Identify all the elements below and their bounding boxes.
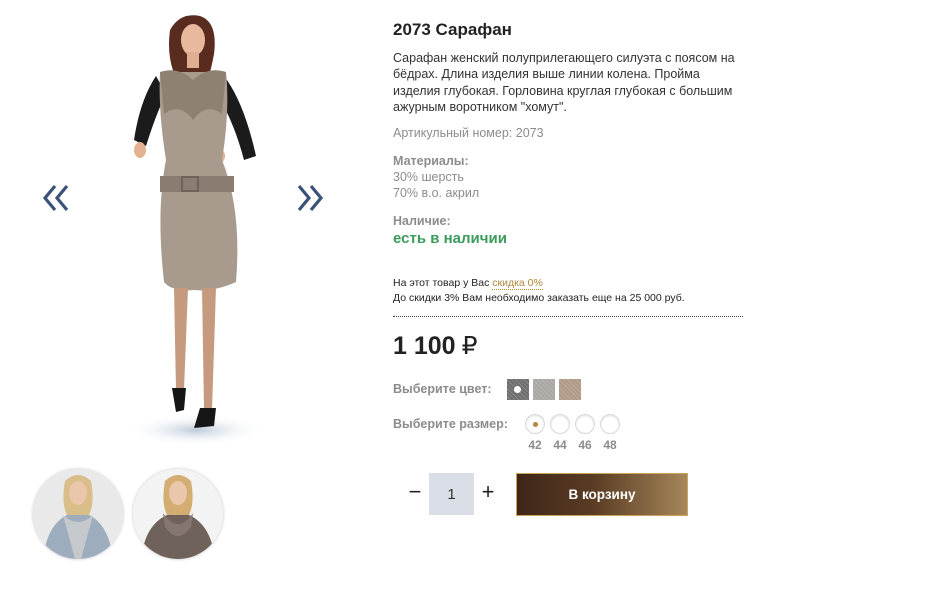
thumbnail-grey-scarf[interactable]: [33, 469, 123, 559]
quantity-increment-button[interactable]: +: [478, 478, 498, 506]
product-description: Сарафан женский полуприлегающего силуэта…: [393, 51, 735, 114]
size-radio[interactable]: [525, 414, 545, 434]
price-value: 1 100: [393, 332, 456, 360]
color-swatch-beige[interactable]: [559, 379, 581, 400]
color-swatch-light-grey[interactable]: [533, 379, 555, 400]
discount-link[interactable]: скидка 0%: [492, 277, 543, 290]
size-option[interactable]: 44: [549, 414, 571, 452]
discount-note: До скидки 3% Вам необходимо заказать еще…: [393, 292, 685, 304]
size-selector: 42 44 46 48: [524, 414, 621, 452]
availability-label: Наличие:: [393, 214, 451, 228]
discount-line: На этот товар у Вас скидка 0%: [393, 277, 543, 290]
quantity-input[interactable]: [429, 473, 474, 515]
article-number: Артикульный номер: 2073: [393, 126, 544, 140]
size-option[interactable]: 46: [574, 414, 596, 452]
add-to-cart-button[interactable]: В корзину: [516, 473, 688, 516]
product-title: 2073 Сарафан: [393, 20, 512, 39]
color-label: Выберите цвет:: [393, 382, 492, 396]
divider: [393, 316, 743, 317]
product-price: 1 100 ₽: [393, 331, 477, 361]
material-item: 30% шерсть: [393, 170, 464, 184]
size-radio[interactable]: [575, 414, 595, 434]
size-value: 48: [603, 438, 617, 452]
color-swatches: [507, 379, 581, 400]
thumbnail-brown-sweater[interactable]: [133, 469, 223, 559]
product-main-photo: [118, 10, 268, 450]
quantity-decrement-button[interactable]: −: [405, 478, 425, 506]
size-option[interactable]: 48: [599, 414, 621, 452]
double-chevron-right-icon[interactable]: [295, 180, 325, 216]
materials-label: Материалы:: [393, 154, 469, 168]
availability-status: есть в наличии: [393, 230, 507, 247]
size-option[interactable]: 42: [524, 414, 546, 452]
color-swatch-dark-grey[interactable]: [507, 379, 529, 400]
discount-prefix: На этот товар у Вас: [393, 277, 490, 289]
size-label: Выберите размер:: [393, 417, 508, 431]
size-value: 42: [528, 438, 542, 452]
ruble-icon: ₽: [461, 332, 478, 360]
size-radio[interactable]: [550, 414, 570, 434]
size-value: 44: [553, 438, 567, 452]
size-radio[interactable]: [600, 414, 620, 434]
double-chevron-left-icon[interactable]: [41, 180, 71, 216]
size-value: 46: [578, 438, 592, 452]
product-gallery: [0, 0, 370, 599]
material-item: 70% в.о. акрил: [393, 186, 480, 200]
